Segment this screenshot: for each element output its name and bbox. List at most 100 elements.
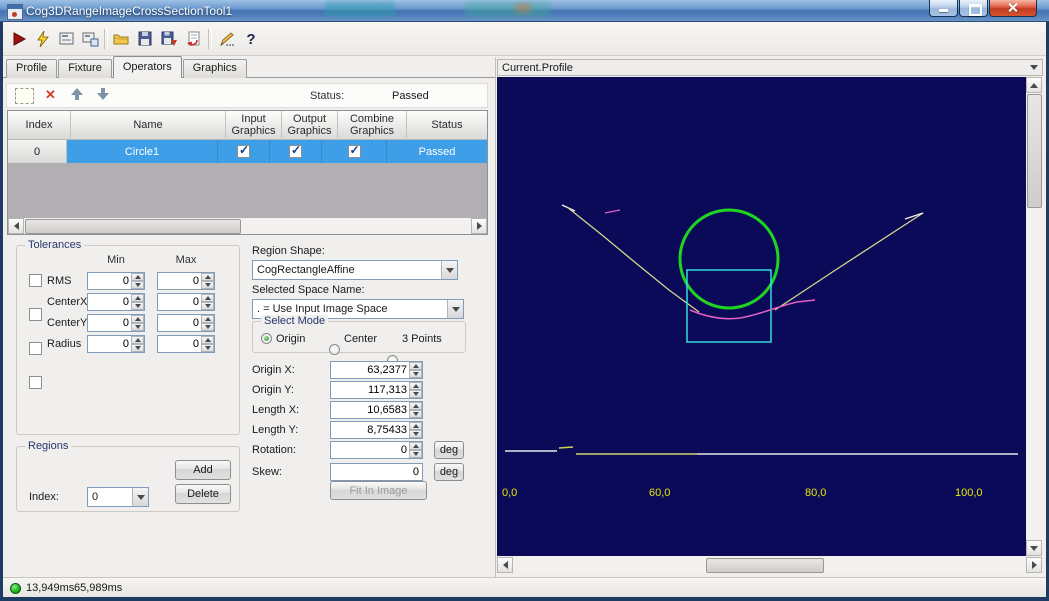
move-up-button[interactable]: [71, 88, 83, 102]
tab-profile[interactable]: Profile: [6, 59, 57, 78]
spin-down-button[interactable]: [409, 370, 422, 378]
column-header-status[interactable]: Status: [407, 111, 487, 140]
dropdown-arrow-button[interactable]: [441, 261, 457, 279]
length-y-input[interactable]: [331, 422, 409, 438]
dropdown-arrow-button[interactable]: [447, 300, 463, 318]
grid-h-scrollbar[interactable]: [8, 218, 487, 234]
center-radio[interactable]: [329, 344, 340, 355]
delete-operator-button[interactable]: ✕: [45, 88, 56, 102]
minimize-button[interactable]: [929, 0, 958, 17]
close-button[interactable]: [989, 0, 1037, 17]
spin-up-button[interactable]: [201, 315, 214, 323]
radius-max-input[interactable]: [158, 336, 201, 352]
centery-max-input[interactable]: [158, 315, 201, 331]
row-status-cell[interactable]: Passed: [387, 140, 487, 163]
centery-checkbox[interactable]: [29, 342, 42, 355]
spin-down-button[interactable]: [201, 302, 214, 310]
scroll-left-button[interactable]: [8, 218, 24, 234]
scroll-thumb[interactable]: [25, 219, 241, 234]
scroll-thumb[interactable]: [1027, 94, 1042, 208]
open-button[interactable]: [110, 28, 132, 50]
rotation-input[interactable]: [331, 442, 409, 458]
spin-up-button[interactable]: [409, 442, 422, 450]
add-region-button[interactable]: Add: [175, 460, 231, 480]
spin-down-button[interactable]: [131, 344, 144, 352]
spin-up-button[interactable]: [409, 402, 422, 410]
column-header-index[interactable]: Index: [8, 111, 71, 140]
maximize-button[interactable]: [959, 0, 988, 17]
centery-min-input[interactable]: [88, 315, 131, 331]
spin-up-button[interactable]: [409, 422, 422, 430]
spin-down-button[interactable]: [409, 430, 422, 438]
scroll-left-button[interactable]: [497, 557, 513, 573]
region-index-dropdown[interactable]: 0: [87, 487, 149, 507]
region-shape-dropdown[interactable]: CogRectangleAffine: [252, 260, 458, 280]
spin-down-button[interactable]: [131, 302, 144, 310]
radius-min-input[interactable]: [88, 336, 131, 352]
help-button[interactable]: ?: [240, 28, 262, 50]
spin-down-button[interactable]: [201, 344, 214, 352]
column-header-output[interactable]: Output Graphics: [282, 111, 338, 140]
spin-down-button[interactable]: [409, 450, 422, 458]
display-v-scrollbar[interactable]: [1026, 77, 1042, 556]
spin-down-button[interactable]: [409, 390, 422, 398]
spin-up-button[interactable]: [131, 315, 144, 323]
input-graphics-checkbox[interactable]: [237, 145, 250, 158]
save-button[interactable]: [134, 28, 156, 50]
dropdown-arrow-button[interactable]: [132, 488, 148, 506]
output-graphics-checkbox[interactable]: [289, 145, 302, 158]
move-down-button[interactable]: [97, 88, 109, 102]
origin-radio[interactable]: [261, 333, 272, 344]
row-name-cell[interactable]: Circle1: [67, 140, 218, 163]
display-h-scrollbar[interactable]: [497, 557, 1042, 573]
save-as-button[interactable]: [158, 28, 180, 50]
display-source-dropdown[interactable]: Current.Profile: [497, 59, 1043, 76]
spin-down-button[interactable]: [131, 281, 144, 289]
column-header-combine[interactable]: Combine Graphics: [338, 111, 407, 140]
import-button[interactable]: [182, 28, 204, 50]
spin-up-button[interactable]: [409, 382, 422, 390]
centerx-checkbox[interactable]: [29, 308, 42, 321]
profile-display[interactable]: 0,0 60,0 80,0 100,0: [497, 77, 1026, 556]
skew-deg-button[interactable]: deg: [434, 463, 464, 481]
scroll-thumb[interactable]: [706, 558, 824, 573]
scroll-track[interactable]: [24, 218, 471, 234]
new-tool-button[interactable]: [79, 28, 101, 50]
run-once-button[interactable]: [32, 28, 54, 50]
spin-up-button[interactable]: [201, 273, 214, 281]
rms-min-input[interactable]: [88, 273, 131, 289]
spin-up-button[interactable]: [131, 336, 144, 344]
combine-graphics-checkbox[interactable]: [348, 145, 361, 158]
panel-splitter[interactable]: [495, 57, 496, 577]
results-button[interactable]: [56, 28, 78, 50]
search-region-rect[interactable]: [687, 270, 771, 342]
spin-up-button[interactable]: [131, 273, 144, 281]
spin-up-button[interactable]: [131, 294, 144, 302]
spin-up-button[interactable]: [201, 336, 214, 344]
rms-max-input[interactable]: [158, 273, 201, 289]
run-button[interactable]: [8, 28, 30, 50]
rotation-deg-button[interactable]: deg: [434, 441, 464, 459]
signature-button[interactable]: [216, 28, 238, 50]
tab-operators[interactable]: Operators: [113, 56, 182, 78]
spin-down-button[interactable]: [131, 323, 144, 331]
origin-x-input[interactable]: [331, 362, 409, 378]
scroll-right-button[interactable]: [471, 218, 487, 234]
delete-region-button[interactable]: Delete: [175, 484, 231, 504]
column-header-input[interactable]: Input Graphics: [226, 111, 282, 140]
tab-fixture[interactable]: Fixture: [58, 59, 112, 78]
scroll-track[interactable]: [513, 557, 1026, 573]
scroll-right-button[interactable]: [1026, 557, 1042, 573]
centerx-min-input[interactable]: [88, 294, 131, 310]
spin-down-button[interactable]: [201, 323, 214, 331]
table-row[interactable]: 0 Circle1 Passed: [8, 140, 487, 163]
fit-in-image-button[interactable]: Fit In Image: [330, 481, 427, 500]
scroll-track[interactable]: [1026, 93, 1042, 540]
spin-up-button[interactable]: [409, 362, 422, 370]
tab-graphics[interactable]: Graphics: [183, 59, 247, 78]
scroll-down-button[interactable]: [1026, 540, 1042, 556]
origin-y-input[interactable]: [331, 382, 409, 398]
rms-checkbox[interactable]: [29, 274, 42, 287]
spin-down-button[interactable]: [409, 410, 422, 418]
centerx-max-input[interactable]: [158, 294, 201, 310]
